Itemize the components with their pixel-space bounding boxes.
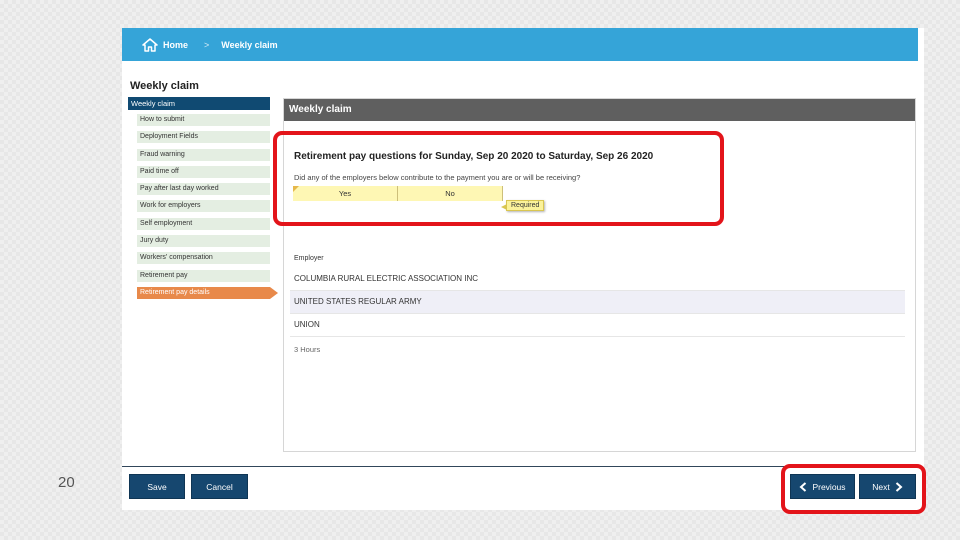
yes-option[interactable]: Yes [293, 186, 398, 201]
previous-button-label: Previous [812, 481, 846, 492]
sidebar-item-self-employment[interactable]: Self employment [137, 217, 270, 230]
chevron-left-icon [799, 481, 807, 492]
sidebar-item-retirement-pay[interactable]: Retirement pay [137, 269, 270, 282]
yes-no-toggle: Yes No [293, 186, 503, 201]
sidebar-item-retirement-pay-details[interactable]: Retirement pay details [137, 286, 278, 299]
sidebar-item-paid-time-off[interactable]: Paid time off [137, 165, 270, 178]
sidebar-item-workers-compensation[interactable]: Workers' compensation [137, 252, 270, 265]
sidebar-item-deployment-fields[interactable]: Deployment Fields [137, 131, 270, 144]
previous-button[interactable]: Previous [790, 474, 855, 499]
employer-row: UNION [290, 314, 905, 337]
save-button-label: Save [147, 481, 167, 492]
cancel-button[interactable]: Cancel [191, 474, 248, 499]
employer-row: COLUMBIA RURAL ELECTRIC ASSOCIATION INC [290, 268, 905, 291]
breadcrumb-home[interactable]: Home [163, 40, 188, 50]
main-panel-header: Weekly claim [284, 99, 915, 121]
employer-list: COLUMBIA RURAL ELECTRIC ASSOCIATION INC … [290, 268, 905, 337]
question-title: Retirement pay questions for Sunday, Sep… [294, 151, 654, 162]
breadcrumb-bar: Home > Weekly claim [122, 28, 918, 61]
breadcrumb-current: Weekly claim [221, 39, 278, 50]
chevron-right-icon [895, 481, 903, 492]
next-button[interactable]: Next [859, 474, 916, 499]
sidebar-item-work-for-employers[interactable]: Work for employers [137, 200, 270, 213]
cancel-button-label: Cancel [206, 481, 233, 492]
footer-divider [122, 466, 918, 467]
breadcrumb-separator: > [204, 39, 210, 50]
slide-number: 20 [58, 474, 75, 491]
sidebar-nav: Weekly claim How to submit Deployment Fi… [128, 97, 278, 304]
browser-screenshot: Home > Weekly claim Weekly claim Weekly … [122, 28, 924, 510]
employer-label: Employer [294, 255, 324, 262]
question-text: Did any of the employers below contribut… [294, 173, 581, 182]
page-title: Weekly claim [130, 80, 199, 92]
employer-row: UNITED STATES REGULAR ARMY [290, 291, 905, 314]
main-panel: Weekly claim Retirement pay questions fo… [283, 98, 916, 452]
sidebar-item-jury-duty[interactable]: Jury duty [137, 235, 270, 248]
sidebar-item-pay-after-last-day[interactable]: Pay after last day worked [137, 183, 270, 196]
home-icon[interactable] [142, 37, 158, 52]
required-tooltip: Required [500, 200, 545, 211]
save-button[interactable]: Save [129, 474, 185, 499]
sidebar-header: Weekly claim [128, 97, 270, 110]
hours-text: 3 Hours [294, 345, 321, 354]
next-button-label: Next [872, 481, 890, 492]
sidebar-item-how-to-submit[interactable]: How to submit [137, 114, 270, 126]
no-option[interactable]: No [398, 186, 503, 201]
sidebar-item-fraud-warning[interactable]: Fraud warning [137, 148, 270, 161]
